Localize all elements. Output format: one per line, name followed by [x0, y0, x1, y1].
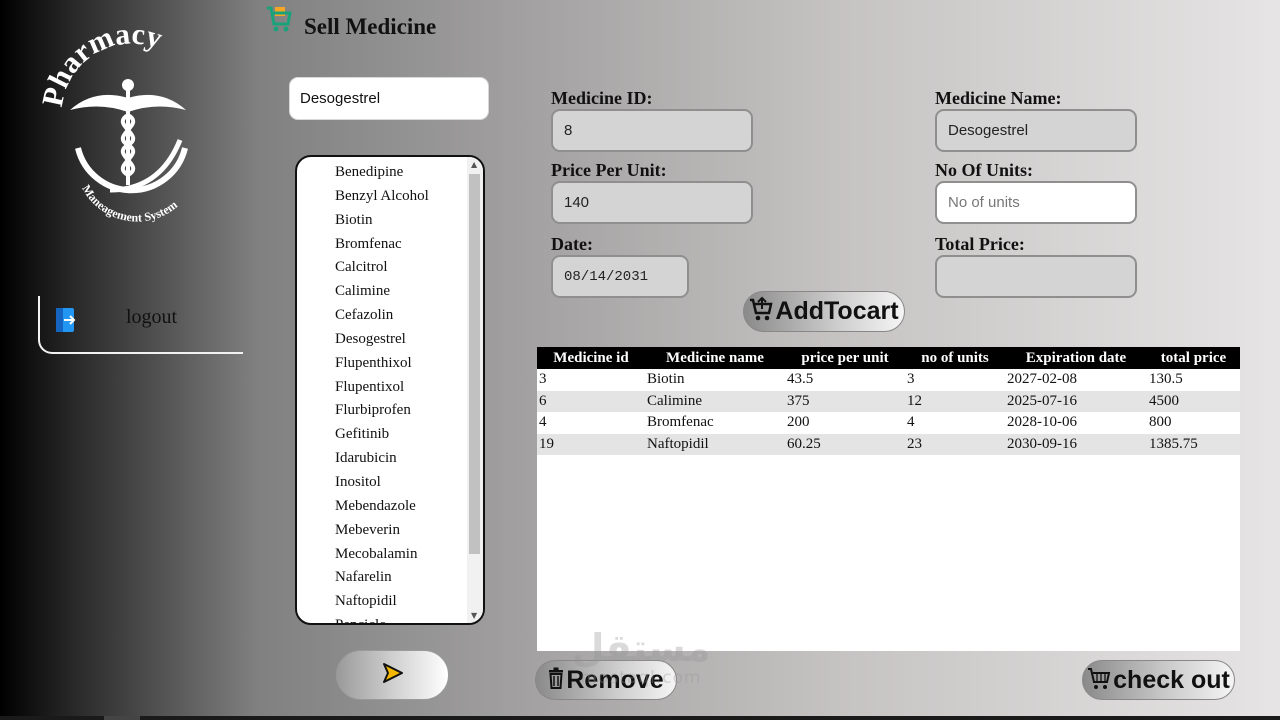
- medicine-list-item[interactable]: Benedipine: [335, 161, 429, 185]
- table-row[interactable]: 4 Bromfenac 200 4 2028-10-06 800: [537, 412, 1240, 434]
- medicine-list-item[interactable]: Mebeverin: [335, 519, 429, 543]
- pharmacy-logo: Pharmacy Maneagement System: [36, 17, 210, 225]
- table-cell: 1385.75: [1149, 435, 1198, 452]
- add-to-cart-icon: [749, 296, 773, 327]
- medicine-list-item[interactable]: Biotin: [335, 209, 429, 233]
- no-of-units-input[interactable]: No of units: [935, 181, 1137, 224]
- medicine-list: Benedipine Benzyl Alcohol Biotin Bromfenac C…: [335, 161, 429, 623]
- column-header[interactable]: price per unit: [785, 347, 905, 369]
- table-row[interactable]: 19 Naftopidil 60.25 23 2030-09-16 1385.75: [537, 433, 1240, 455]
- column-header[interactable]: no of units: [905, 347, 1005, 369]
- logout-label: logout: [126, 306, 178, 328]
- medicine-search-input[interactable]: Desogestrel: [289, 77, 489, 120]
- add-to-cart-label: AddTocart: [775, 297, 899, 325]
- scroll-down-icon[interactable]: ▼: [471, 611, 477, 620]
- table-cell: 4500: [1149, 392, 1179, 409]
- shopping-cart-icon: [266, 4, 292, 34]
- checkout-button[interactable]: check out: [1082, 660, 1235, 700]
- table-cell: 19: [539, 435, 554, 452]
- medicine-list-item[interactable]: Desogestrel: [335, 328, 429, 352]
- medicine-list-item[interactable]: Mecobalamin: [335, 543, 429, 567]
- remove-button[interactable]: Remove: [535, 660, 677, 700]
- no-of-units-label: No Of Units:: [935, 160, 1033, 180]
- table-cell: 2028-10-06: [1007, 414, 1077, 431]
- page-title: Sell Medicine: [304, 14, 437, 39]
- column-header[interactable]: Medicine id: [537, 347, 645, 369]
- medicine-list-item[interactable]: Benzyl Alcohol: [335, 185, 429, 209]
- table-cell: Biotin: [647, 371, 685, 388]
- total-price-field[interactable]: [935, 255, 1137, 298]
- table-cell: 130.5: [1149, 371, 1183, 388]
- table-cell: 2030-09-16: [1007, 435, 1077, 452]
- table-cell: 2027-02-08: [1007, 371, 1077, 388]
- medicine-list-item[interactable]: Flupentixol: [335, 376, 429, 400]
- table-cell: 6: [539, 392, 547, 409]
- medicine-name-label: Medicine Name:: [935, 88, 1062, 108]
- checkout-label: check out: [1113, 665, 1230, 694]
- medicine-listbox[interactable]: Benedipine Benzyl Alcohol Biotin Bromfenac C…: [295, 155, 485, 625]
- medicine-list-item[interactable]: Inositol: [335, 471, 429, 495]
- checkout-cart-icon: [1087, 666, 1111, 695]
- bottom-strip: [0, 716, 1280, 720]
- medicine-list-item[interactable]: Flurbiprofen: [335, 399, 429, 423]
- table-cell: 43.5: [787, 371, 814, 388]
- table-header-row: Medicine id Medicine name price per unit no…: [537, 347, 1240, 369]
- scroll-up-icon[interactable]: ▲: [471, 160, 477, 169]
- table-cell: Naftopidil: [647, 435, 709, 452]
- add-to-cart-button[interactable]: AddTocart: [743, 291, 905, 332]
- column-header[interactable]: total price: [1147, 347, 1240, 369]
- table-cell: 3: [539, 371, 547, 388]
- table-cell: 4: [539, 414, 547, 431]
- table-cell: 3: [907, 371, 915, 388]
- column-header[interactable]: Expiration date: [1005, 347, 1147, 369]
- table-cell: 60.25: [787, 435, 821, 452]
- scroll-thumb[interactable]: [469, 174, 480, 554]
- select-medicine-button[interactable]: [336, 650, 449, 700]
- table-cell: Bromfenac: [647, 414, 714, 431]
- remove-label: Remove: [566, 665, 664, 694]
- medicine-id-label: Medicine ID:: [551, 88, 653, 108]
- medicine-list-item[interactable]: Mebendazole: [335, 495, 429, 519]
- logout-icon: [54, 306, 78, 334]
- cart-table: Medicine id Medicine name price per unit no…: [537, 347, 1240, 651]
- medicine-list-item[interactable]: Bromfenac: [335, 233, 429, 257]
- table-cell: Calimine: [647, 392, 702, 409]
- logout-button[interactable]: logout: [38, 296, 243, 354]
- medicine-list-item[interactable]: Gefitinib: [335, 423, 429, 447]
- medicine-list-item[interactable]: Calimine: [335, 280, 429, 304]
- column-header[interactable]: Medicine name: [645, 347, 785, 369]
- date-field[interactable]: 08/14/2031: [551, 255, 689, 298]
- medicine-list-item[interactable]: Flupenthixol: [335, 352, 429, 376]
- listbox-scrollbar[interactable]: ▲ ▼: [467, 157, 483, 623]
- medicine-list-item[interactable]: Penciclo: [335, 614, 429, 623]
- price-per-unit-label: Price Per Unit:: [551, 160, 667, 180]
- price-per-unit-field[interactable]: 140: [551, 181, 753, 224]
- send-arrow-icon: [381, 661, 405, 690]
- medicine-name-field[interactable]: Desogestrel: [935, 109, 1137, 152]
- table-row[interactable]: 3 Biotin 43.5 3 2027-02-08 130.5: [537, 369, 1240, 391]
- table-cell: 12: [907, 392, 922, 409]
- trash-icon: [548, 667, 564, 694]
- date-label: Date:: [551, 234, 593, 254]
- total-price-label: Total Price:: [935, 234, 1025, 254]
- table-cell: 2025-07-16: [1007, 392, 1077, 409]
- table-cell: 800: [1149, 414, 1172, 431]
- medicine-list-item[interactable]: Naftopidil: [335, 590, 429, 614]
- medicine-list-item[interactable]: Idarubicin: [335, 447, 429, 471]
- medicine-id-field[interactable]: 8: [551, 109, 753, 152]
- medicine-list-item[interactable]: Nafarelin: [335, 566, 429, 590]
- medicine-list-item[interactable]: Cefazolin: [335, 304, 429, 328]
- table-cell: 375: [787, 392, 810, 409]
- table-cell: 4: [907, 414, 915, 431]
- table-cell: 200: [787, 414, 810, 431]
- table-row[interactable]: 6 Calimine 375 12 2025-07-16 4500: [537, 390, 1240, 412]
- table-cell: 23: [907, 435, 922, 452]
- medicine-list-item[interactable]: Calcitrol: [335, 256, 429, 280]
